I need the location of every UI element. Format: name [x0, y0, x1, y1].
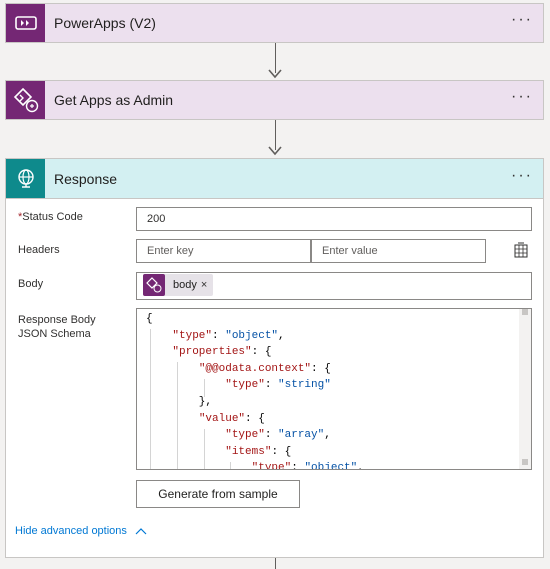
scroll-up-arrow[interactable] — [522, 309, 528, 315]
more-options-icon[interactable]: ··· — [511, 167, 533, 185]
hide-advanced-label: Hide advanced options — [15, 525, 127, 537]
schema-label: Response Body JSON Schema — [18, 314, 96, 340]
hide-advanced-options-link[interactable]: Hide advanced options — [15, 525, 147, 537]
chevron-up-icon — [135, 528, 147, 535]
arrow-down-icon — [268, 69, 282, 79]
body-label: Body — [18, 278, 44, 290]
switch-to-text-mode-icon[interactable] — [514, 242, 528, 258]
header-key-input[interactable]: Enter key — [136, 239, 311, 263]
globe-icon — [6, 159, 45, 198]
status-code-label: *Status Code — [18, 211, 83, 223]
powerapps-admin-icon — [6, 81, 45, 119]
more-options-icon[interactable]: ··· — [511, 11, 533, 29]
step-powerapps-trigger[interactable]: PowerApps (V2) ··· — [5, 3, 544, 43]
header-value-input[interactable]: Enter value — [311, 239, 486, 263]
status-code-input[interactable]: 200 — [136, 207, 532, 231]
scroll-down-arrow[interactable] — [522, 459, 528, 465]
more-options-icon[interactable]: ··· — [511, 88, 533, 106]
schema-editor[interactable]: { "type": "object", "properties": { "@@o… — [136, 308, 532, 470]
body-dynamic-token[interactable]: body × — [143, 274, 214, 296]
step-response-header[interactable]: Response ··· — [6, 159, 543, 199]
connector-line — [275, 558, 276, 569]
powerapps-icon — [6, 4, 45, 42]
step-title: PowerApps (V2) — [54, 15, 156, 31]
arrow-down-icon — [268, 146, 282, 156]
step-title: Get Apps as Admin — [54, 92, 174, 108]
generate-from-sample-button[interactable]: Generate from sample — [136, 480, 300, 508]
powerapps-admin-icon — [143, 274, 165, 296]
schema-code: { "type": "object", "properties": { "@@o… — [146, 313, 364, 470]
headers-label: Headers — [18, 244, 60, 256]
remove-token-icon[interactable]: × — [201, 279, 213, 291]
step-response-card: Response ··· *Status Code 200 Headers En… — [5, 158, 544, 558]
schema-scrollbar[interactable] — [519, 309, 531, 469]
token-label: body — [173, 279, 197, 291]
step-title: Response — [54, 171, 118, 187]
step-get-apps-as-admin[interactable]: Get Apps as Admin ··· — [5, 80, 544, 120]
